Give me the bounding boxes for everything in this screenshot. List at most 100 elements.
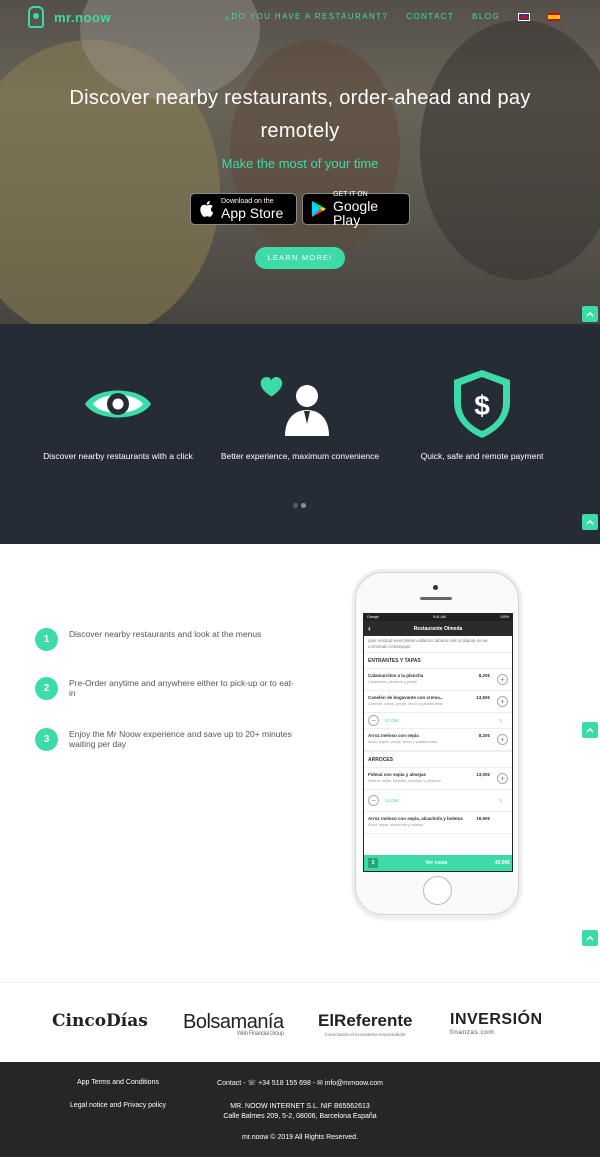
- step-3: 3 Enjoy the Mr Noow experience and save …: [35, 728, 299, 751]
- cart-label: Ver cesta: [425, 860, 448, 866]
- phone-mockup: Orange 9:41 AM 100% ‹ Restaurante Olmeda…: [355, 572, 519, 915]
- quantity-count: 1: [499, 798, 502, 803]
- feature-discover-label: Discover nearby restaurants with a click: [43, 451, 193, 461]
- add-icon[interactable]: +: [497, 773, 508, 784]
- restaurant-name: Restaurante Olmeda: [413, 625, 463, 632]
- inversion-name: INVERSIÓN: [450, 1011, 543, 1028]
- press-logos: CincoDías Bolsamanía Web Financial Group…: [0, 982, 600, 1062]
- nav-link-contact[interactable]: CONTACT: [406, 12, 454, 21]
- menu-item-desc: Arroz, sepia, perejil, limón y patatas f…: [368, 740, 438, 744]
- menu-item-price: 8,20€: [478, 673, 490, 678]
- terms-link[interactable]: App Terms and Conditions: [18, 1079, 218, 1086]
- learn-more-button[interactable]: LEARN MORE!: [255, 247, 345, 269]
- home-button: [423, 876, 452, 905]
- carrier: Orange: [367, 615, 379, 619]
- menu-item-price: 8,20€: [478, 733, 490, 738]
- feature-discover: Discover nearby restaurants with a click: [18, 364, 218, 461]
- inversion-sub: finanzas.com: [450, 1029, 495, 1036]
- step-text: Enjoy the Mr Noow experience and save up…: [69, 729, 292, 749]
- bolsamania-name: Bolsamanía: [183, 1011, 284, 1033]
- remove-icon[interactable]: −: [368, 795, 379, 806]
- hero-section: mr.noow ¿DO YOU HAVE A RESTAURANT? CONTA…: [0, 0, 600, 324]
- apple-icon: [200, 201, 214, 217]
- step-number: 1: [35, 628, 58, 651]
- brand-name: mr.noow: [54, 9, 111, 25]
- google-play-big-text: Google Play: [332, 198, 379, 228]
- add-icon[interactable]: +: [497, 696, 508, 707]
- add-icon[interactable]: +: [497, 674, 508, 685]
- battery: 100%: [500, 615, 509, 619]
- feature-experience-label: Better experience, maximum convenience: [220, 451, 380, 461]
- quantity-row: − 13,00€ 1: [364, 790, 512, 812]
- menu-item[interactable]: Arroz meloso con sepia, alcachofa y bole…: [364, 812, 512, 834]
- chevron-up-icon: [586, 520, 594, 525]
- scroll-up-button[interactable]: [582, 306, 598, 322]
- remove-icon[interactable]: −: [368, 715, 379, 726]
- menu-item[interactable]: Calamarcitos a la plancha Calamares, pim…: [364, 669, 512, 691]
- menu-item[interactable]: Arroz meloso con sepia Arroz, sepia, per…: [364, 729, 512, 751]
- carousel-dot-2[interactable]: [301, 503, 306, 508]
- back-arrow-icon[interactable]: ‹: [368, 624, 371, 633]
- svg-text:$: $: [474, 390, 490, 421]
- app-store-button[interactable]: Download on the App Store: [190, 193, 297, 225]
- status-bar: Orange 9:41 AM 100%: [364, 614, 512, 621]
- quantity-count: 2: [499, 718, 502, 723]
- menu-item[interactable]: Fideuá con sepia y almejas Fideuá, sepia…: [364, 768, 512, 790]
- step-text: Pre-Order anytime and anywhere either to…: [69, 678, 294, 698]
- inversion-logo[interactable]: INVERSIÓN finanzas.com: [450, 1011, 543, 1036]
- contact-info: Contact - ☏ +34 518 155 698 - ✉ info@mrn…: [217, 1080, 383, 1087]
- feature-experience: Better experience, maximum convenience: [200, 364, 400, 461]
- phone-camera: [433, 585, 438, 590]
- brand-logo[interactable]: mr.noow: [28, 6, 111, 28]
- google-play-icon: [311, 201, 326, 217]
- app-header: ‹ Restaurante Olmeda: [364, 621, 512, 636]
- cincodias-logo[interactable]: CincoDías: [52, 1011, 148, 1031]
- uk-flag-icon[interactable]: [518, 12, 530, 21]
- view-cart-bar[interactable]: 3 Ver cesta 40,00€: [364, 855, 512, 871]
- quantity-price: 13,00€: [385, 798, 399, 803]
- address-info: Calle Balmes 209, 5-2, 08006, Barcelona …: [223, 1113, 377, 1120]
- menu-item-price: 13,00€: [476, 772, 490, 777]
- scroll-up-button[interactable]: [582, 930, 598, 946]
- app-store-big-text: App Store: [221, 205, 284, 221]
- scroll-up-button[interactable]: [582, 514, 598, 530]
- nav-link-restaurant[interactable]: ¿DO YOU HAVE A RESTAURANT?: [225, 12, 388, 21]
- copyright: mr.noow © 2019 All Rights Reserved.: [241, 1134, 359, 1141]
- bolsamania-logo[interactable]: Bolsamanía Web Financial Group: [183, 1011, 284, 1037]
- nav-link-blog[interactable]: BLOG: [472, 12, 500, 21]
- menu-item-desc: Calamares, pimiento y perejil: [368, 680, 417, 684]
- logo-icon: [28, 6, 44, 28]
- status-time: 9:41 AM: [432, 615, 446, 619]
- menu-item-desc: Fideuá, sepia, almejas, pescado y pimien…: [368, 779, 441, 783]
- cart-count: 3: [368, 858, 378, 868]
- footer: App Terms and Conditions Legal notice an…: [0, 1062, 600, 1157]
- elreferente-logo[interactable]: ElReferente Conectando el ecosistema emp…: [318, 1011, 412, 1037]
- add-icon[interactable]: +: [497, 734, 508, 745]
- step-text: Discover nearby restaurants and look at …: [69, 629, 262, 639]
- chevron-up-icon: [586, 728, 594, 733]
- carousel-dots: [293, 503, 306, 508]
- app-store-small-text: Download on the: [221, 198, 274, 205]
- menu-item[interactable]: Canelón de bogavante con crema... Caneló…: [364, 691, 512, 713]
- restaurant-description: quis nostrud exercitation ullamco labori…: [368, 638, 488, 649]
- legal-link[interactable]: Legal notice and Privacy policy: [18, 1102, 218, 1109]
- chevron-up-icon: [586, 312, 594, 317]
- shield-dollar-icon: $: [382, 364, 582, 444]
- features-section: Discover nearby restaurants with a click…: [0, 324, 600, 544]
- hero-tagline: Make the most of your time: [221, 156, 379, 171]
- feature-payment-label: Quick, safe and remote payment: [420, 451, 544, 461]
- google-play-button[interactable]: GET IT ON Google Play: [302, 191, 410, 228]
- top-navbar: mr.noow ¿DO YOU HAVE A RESTAURANT? CONTA…: [0, 0, 600, 34]
- menu-item-desc: Canelón, carne, perejil, limón y patatas…: [368, 702, 443, 706]
- elreferente-sub: Conectando el ecosistema emprendedor: [324, 1032, 406, 1037]
- menu-item-desc: Arroz, sepia, alcachofa y boletus: [368, 823, 423, 827]
- quantity-price: 27,00€: [385, 718, 399, 723]
- scroll-up-button[interactable]: [582, 722, 598, 738]
- google-play-small-text: GET IT ON: [332, 191, 368, 198]
- spain-flag-icon[interactable]: [548, 12, 560, 21]
- carousel-dot-1[interactable]: [293, 503, 298, 508]
- phone-earpiece: [420, 597, 452, 600]
- company-info: MR. NOOW INTERNET S.L. NIF B65562613: [230, 1103, 370, 1110]
- cart-total: 40,00€: [494, 860, 510, 866]
- menu-item-price: 16,90€: [476, 816, 490, 821]
